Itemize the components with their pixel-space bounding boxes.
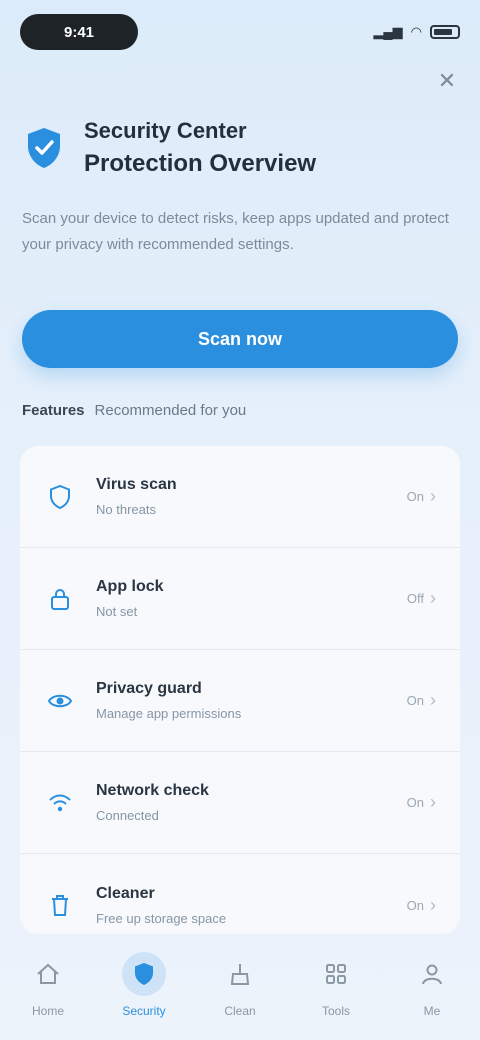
list-item-virus-scan[interactable]: Virus scan No threats On › xyxy=(20,446,460,548)
section-subtitle: Recommended for you xyxy=(94,402,247,419)
tab-me[interactable]: Me xyxy=(392,952,472,1018)
status-time-text: 9:41 xyxy=(63,23,95,41)
list-item-title: Cleaner xyxy=(96,884,155,902)
list-item-state: On xyxy=(406,897,424,913)
tab-home[interactable]: Home xyxy=(8,952,88,1018)
page-header: Security Center Protection Overview xyxy=(22,118,458,178)
tab-label: Security xyxy=(122,1004,166,1018)
grid-icon xyxy=(314,952,358,996)
shield-icon xyxy=(122,952,166,996)
page-subtitle: Protection Overview xyxy=(84,150,317,177)
tab-label: Tools xyxy=(321,1004,350,1018)
tab-security[interactable]: Security xyxy=(104,952,184,1018)
wifi-icon xyxy=(46,789,74,817)
lock-icon xyxy=(46,585,74,613)
list-item-text: Privacy guard Manage app permissions xyxy=(96,680,407,721)
list-item-state: On xyxy=(406,795,424,810)
list-item-state: Off xyxy=(406,591,424,606)
tab-label: Clean xyxy=(224,1004,256,1018)
list-item-subtitle: Free up storage space xyxy=(96,910,227,926)
chevron-right-icon: › xyxy=(430,690,436,710)
list-item-state: On xyxy=(406,489,424,504)
chevron-right-icon: › xyxy=(430,588,436,608)
list-item-subtitle: No threats xyxy=(96,502,156,517)
shield-icon xyxy=(46,483,74,511)
wifi-status-icon: ◠ xyxy=(410,24,422,39)
list-item-app-lock[interactable]: App lock Not set Off › xyxy=(20,548,460,650)
scan-now-button[interactable]: Scan now xyxy=(22,310,458,368)
list-item-text: Network check Connected xyxy=(96,782,407,823)
list-item-privacy-guard[interactable]: Privacy guard Manage app permissions On … xyxy=(20,650,460,752)
chevron-right-icon: › xyxy=(430,792,436,812)
list-item-subtitle: Manage app permissions xyxy=(96,706,242,721)
tab-tools[interactable]: Tools xyxy=(296,952,376,1018)
section-title: Features xyxy=(22,402,85,419)
list-item-text: App lock Not set xyxy=(96,578,407,619)
status-bar: 9:41 ▂▄▆ ◠ xyxy=(20,12,460,52)
tab-label: Home xyxy=(31,1004,64,1018)
close-icon[interactable]: ✕ xyxy=(432,66,462,96)
bottom-tab-bar: Home Security Clean Tools Me xyxy=(0,940,480,1040)
tab-label: Me xyxy=(423,1004,441,1018)
home-icon xyxy=(26,952,70,996)
status-time: 9:41 xyxy=(20,14,138,50)
list-item-title: Privacy guard xyxy=(96,680,202,697)
chevron-right-icon: › xyxy=(430,894,436,915)
eye-icon xyxy=(46,687,74,715)
description-text: Scan your device to detect risks, keep a… xyxy=(22,210,449,253)
user-icon xyxy=(410,952,454,996)
battery-icon xyxy=(430,25,460,39)
shield-icon xyxy=(22,124,66,172)
feature-list: Virus scan No threats On › App lock Not … xyxy=(20,446,460,934)
chevron-right-icon: › xyxy=(430,486,436,506)
status-icons: ▂▄▆ ◠ xyxy=(373,24,460,40)
signal-icon: ▂▄▆ xyxy=(373,24,403,39)
trash-icon xyxy=(46,891,74,919)
list-item-title: App lock xyxy=(96,578,164,595)
list-item-network-check[interactable]: Network check Connected On › xyxy=(20,752,460,854)
section-header: Features Recommended for you xyxy=(22,402,246,419)
list-item-cleaner[interactable]: Cleaner Free up storage space On › xyxy=(20,854,460,934)
page-title: Security Center xyxy=(84,118,247,143)
tab-clean[interactable]: Clean xyxy=(200,952,280,1018)
list-item-title: Virus scan xyxy=(96,476,177,493)
list-item-text: Virus scan No threats xyxy=(96,476,407,517)
list-item-subtitle: Not set xyxy=(96,604,138,619)
list-item-text: Cleaner Free up storage space xyxy=(96,885,407,926)
list-item-subtitle: Connected xyxy=(96,808,159,823)
list-item-title: Network check xyxy=(96,782,209,799)
broom-icon xyxy=(218,952,262,996)
list-item-state: On xyxy=(406,693,424,708)
title-block: Security Center Protection Overview xyxy=(84,118,316,178)
